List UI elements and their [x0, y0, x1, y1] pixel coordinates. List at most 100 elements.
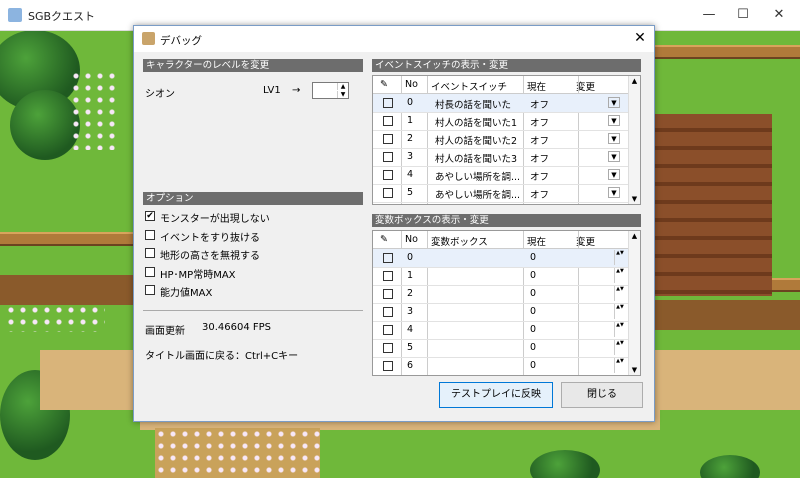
row-checkbox[interactable]	[383, 98, 393, 108]
option-label: イベントをすり抜ける	[160, 232, 260, 244]
cell-name: 村人の話を聞いた2	[435, 136, 518, 147]
row-checkbox[interactable]	[383, 253, 393, 263]
column-header[interactable]: No	[405, 234, 418, 245]
variable-section-header: 変数ボックスの表示・変更	[372, 214, 641, 227]
change-dropdown-icon[interactable]: ▼	[608, 169, 620, 180]
cell-value: 0	[530, 306, 537, 317]
level-section-header: キャラクターのレベルを変更	[143, 59, 363, 72]
row-checkbox[interactable]	[383, 325, 393, 335]
cell-value: 0	[530, 288, 537, 299]
row-checkbox[interactable]	[383, 134, 393, 144]
scroll-down-icon[interactable]: ▼	[629, 365, 640, 375]
close-dialog-button[interactable]: 閉じる	[561, 382, 643, 408]
cell-no: 1	[407, 115, 414, 126]
option-label: HP･MP常時MAX	[160, 269, 236, 281]
option-checkbox[interactable]	[145, 229, 155, 240]
cell-value: 0	[530, 270, 537, 281]
dirt-ledge	[0, 275, 133, 305]
column-header[interactable]: 現在	[527, 79, 546, 93]
table-row[interactable]: 1 村人の話を聞いた1 オフ ▼	[373, 112, 630, 131]
scrollbar[interactable]: ▲ ▼	[628, 76, 640, 204]
cell-value: オフ	[530, 190, 550, 201]
cell-no: 3	[407, 151, 414, 162]
column-header[interactable]: No	[405, 79, 418, 90]
cell-name: あやしい場所を調...	[435, 190, 521, 201]
switch-table: ✎ No イベントスイッチ 現在 変更 0 村長の話を聞いた オフ ▼ 1 村人の話を聞いた1 オフ ▼…	[372, 75, 641, 205]
dialog-titlebar: デバッグ ✕	[134, 26, 654, 52]
apply-testplay-button[interactable]: テストプレイに反映	[439, 382, 553, 408]
change-spinner-icon[interactable]: ▲▼	[614, 322, 625, 337]
change-spinner-icon[interactable]: ▲▼	[614, 250, 625, 265]
row-checkbox[interactable]	[383, 116, 393, 126]
crop-field	[652, 114, 772, 296]
close-button[interactable]: ✕	[762, 0, 796, 30]
debug-icon	[142, 32, 155, 45]
table-row[interactable]: 4 0 ▲▼	[373, 321, 630, 340]
scroll-up-icon[interactable]: ▲	[629, 76, 640, 86]
option-label: 能力値MAX	[160, 288, 213, 299]
table-row[interactable]: 0 村長の話を聞いた オフ ▼	[373, 94, 630, 113]
row-checkbox[interactable]	[383, 271, 393, 281]
row-checkbox[interactable]	[383, 170, 393, 180]
option-checkbox[interactable]: ✔	[145, 211, 155, 221]
change-dropdown-icon[interactable]: ▼	[608, 133, 620, 144]
column-header[interactable]: イベントスイッチ	[431, 79, 507, 93]
cell-no: 6	[407, 360, 414, 371]
change-dropdown-icon[interactable]: ▼	[608, 97, 620, 108]
table-row[interactable]: 0 0 ▲▼	[373, 249, 630, 268]
option-label: 地形の高さを無視する	[160, 251, 260, 262]
cell-value: 0	[530, 360, 537, 371]
table-row[interactable]: 3 0 ▲▼	[373, 303, 630, 322]
spinner-up-icon[interactable]: ▲	[337, 83, 348, 90]
stone-path	[653, 350, 800, 410]
variable-table: ✎ No 変数ボックス 現在 変更 0 0 ▲▼ 1 0 ▲▼ 2 0 ▲▼ 3 0 ▲▼ 4 0 ▲▼ 5 0 ▲▼ 6 0 ▲…	[372, 230, 641, 376]
row-checkbox[interactable]	[383, 343, 393, 353]
change-spinner-icon[interactable]: ▲▼	[614, 304, 625, 319]
change-spinner-icon[interactable]: ▲▼	[614, 358, 625, 373]
scroll-down-icon[interactable]: ▼	[629, 194, 640, 204]
change-spinner-icon[interactable]: ▲▼	[614, 268, 625, 283]
change-dropdown-icon[interactable]: ▼	[608, 151, 620, 162]
option-checkbox[interactable]	[145, 285, 155, 295]
table-row[interactable]: 5 あやしい場所を調... オフ ▼	[373, 184, 630, 203]
change-spinner-icon[interactable]: ▲▼	[614, 286, 625, 301]
minimize-button[interactable]: —	[692, 0, 726, 30]
change-dropdown-icon[interactable]: ▼	[608, 115, 620, 126]
level-spinner[interactable]: ▲ ▼	[312, 82, 349, 99]
dialog-close-icon[interactable]: ✕	[632, 30, 648, 46]
option-checkbox[interactable]	[145, 266, 155, 277]
spinner-down-icon[interactable]: ▼	[337, 91, 348, 98]
dirt-ledge	[653, 300, 800, 330]
scrollbar[interactable]: ▲ ▼	[628, 231, 640, 375]
cell-no: 0	[407, 97, 414, 108]
column-header[interactable]: 現在	[527, 234, 546, 248]
table-row[interactable]: 2 村人の話を聞いた2 オフ ▼	[373, 130, 630, 149]
maximize-button[interactable]: ☐	[726, 0, 760, 30]
option-checkbox[interactable]	[145, 248, 155, 258]
row-checkbox[interactable]	[383, 307, 393, 317]
cell-no: 2	[407, 288, 414, 299]
row-checkbox[interactable]	[383, 361, 393, 371]
table-row[interactable]: 1 0 ▲▼	[373, 267, 630, 286]
row-checkbox[interactable]	[383, 152, 393, 162]
scroll-up-icon[interactable]: ▲	[629, 231, 640, 241]
change-dropdown-icon[interactable]: ▼	[608, 187, 620, 198]
row-checkbox[interactable]	[383, 188, 393, 198]
cell-name: 村人の話を聞いた1	[435, 118, 518, 129]
table-row[interactable]: 4 あやしい場所を調... オフ ▼	[373, 166, 630, 185]
cell-no: 3	[407, 306, 414, 317]
table-row[interactable]: 5 0 ▲▼	[373, 339, 630, 358]
option-label: モンスターが出現しない	[160, 214, 270, 225]
arrow-icon: →	[292, 85, 301, 96]
cell-no: 4	[407, 169, 414, 180]
cell-no: 2	[407, 133, 414, 144]
table-row[interactable]: 6 0 ▲▼	[373, 357, 630, 375]
column-header[interactable]: 変数ボックス	[431, 234, 488, 248]
table-row[interactable]: 3 村人の話を聞いた3 オフ ▼	[373, 148, 630, 167]
table-row[interactable]: 2 0 ▲▼	[373, 285, 630, 304]
fps-label: 画面更新	[145, 326, 185, 337]
row-checkbox[interactable]	[383, 289, 393, 299]
character-name: シオン	[145, 89, 175, 100]
cell-value: オフ	[530, 100, 550, 111]
change-spinner-icon[interactable]: ▲▼	[614, 340, 625, 355]
